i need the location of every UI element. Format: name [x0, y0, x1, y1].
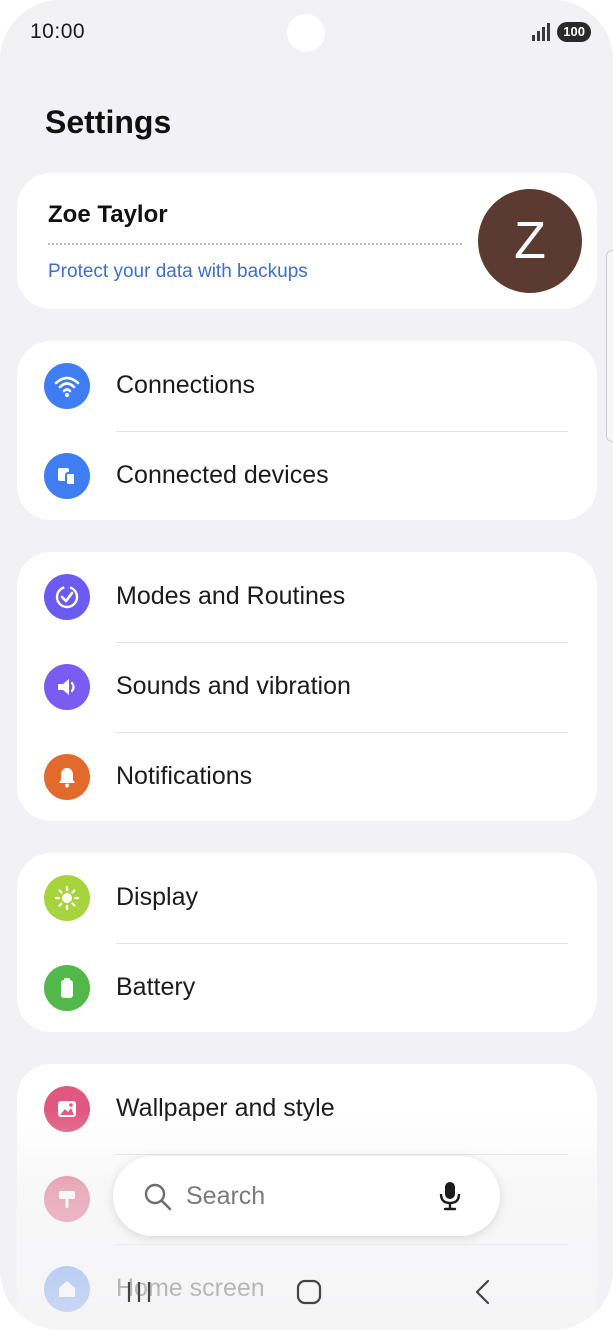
- settings-item-label: Connections: [116, 371, 255, 399]
- scroll-indicator[interactable]: [606, 250, 613, 442]
- settings-item-label: Connected devices: [116, 461, 329, 489]
- sun-icon: [44, 875, 90, 921]
- image-icon: [44, 1086, 90, 1132]
- settings-group-connections: Connections Connected devices: [17, 341, 597, 520]
- home-button-icon[interactable]: [295, 1278, 323, 1306]
- recent-apps-icon[interactable]: [125, 1278, 153, 1306]
- back-icon[interactable]: [470, 1278, 498, 1306]
- battery-level: 100: [557, 22, 591, 42]
- settings-item-label: Wallpaper and style: [116, 1094, 335, 1122]
- battery-icon: [44, 965, 90, 1011]
- settings-item-modes-routines[interactable]: Modes and Routines: [17, 552, 597, 642]
- status-time: 10:00: [30, 20, 86, 43]
- search-icon: [144, 1183, 172, 1211]
- mic-icon[interactable]: [437, 1180, 463, 1212]
- settings-item-wallpaper[interactable]: Wallpaper and style: [17, 1064, 597, 1154]
- settings-item-sounds[interactable]: Sounds and vibration: [17, 642, 597, 732]
- wifi-icon: [44, 363, 90, 409]
- front-camera: [287, 14, 325, 52]
- search-input[interactable]: Search: [186, 1182, 265, 1211]
- check-circle-icon: [44, 574, 90, 620]
- volume-icon: [44, 664, 90, 710]
- settings-item-label: Modes and Routines: [116, 582, 346, 610]
- search-bar[interactable]: Search: [113, 1156, 500, 1236]
- bell-icon: [44, 754, 90, 800]
- phone-screen: 10:00 100 Settings Zoe Taylor Protect yo…: [0, 0, 613, 1330]
- settings-group-modes: Modes and Routines Sounds and vibration …: [17, 552, 597, 821]
- profile-card[interactable]: Zoe Taylor Protect your data with backup…: [17, 173, 597, 309]
- signal-icon: [532, 23, 551, 41]
- settings-item-label: Sounds and vibration: [116, 672, 351, 700]
- settings-item-display[interactable]: Display: [17, 853, 597, 943]
- settings-group-display: Display Battery: [17, 853, 597, 1032]
- page-title: Settings: [45, 104, 172, 140]
- profile-name: Zoe Taylor: [48, 201, 168, 228]
- settings-item-battery[interactable]: Battery: [17, 943, 597, 1033]
- backup-link[interactable]: Protect your data with backups: [48, 261, 308, 283]
- connected-devices-icon: [44, 453, 90, 499]
- settings-item-label: Notifications: [116, 762, 253, 790]
- status-icons: 100: [531, 22, 591, 42]
- settings-item-label: Display: [116, 883, 198, 911]
- settings-item-notifications[interactable]: Notifications: [17, 732, 597, 822]
- avatar[interactable]: Z: [478, 189, 582, 293]
- navigation-bar: [0, 1262, 613, 1322]
- settings-item-connections[interactable]: Connections: [17, 341, 597, 431]
- settings-item-label: Battery: [116, 973, 196, 1001]
- settings-item-connected-devices[interactable]: Connected devices: [17, 431, 597, 521]
- paint-roller-icon: [44, 1176, 90, 1222]
- profile-divider: [48, 243, 462, 245]
